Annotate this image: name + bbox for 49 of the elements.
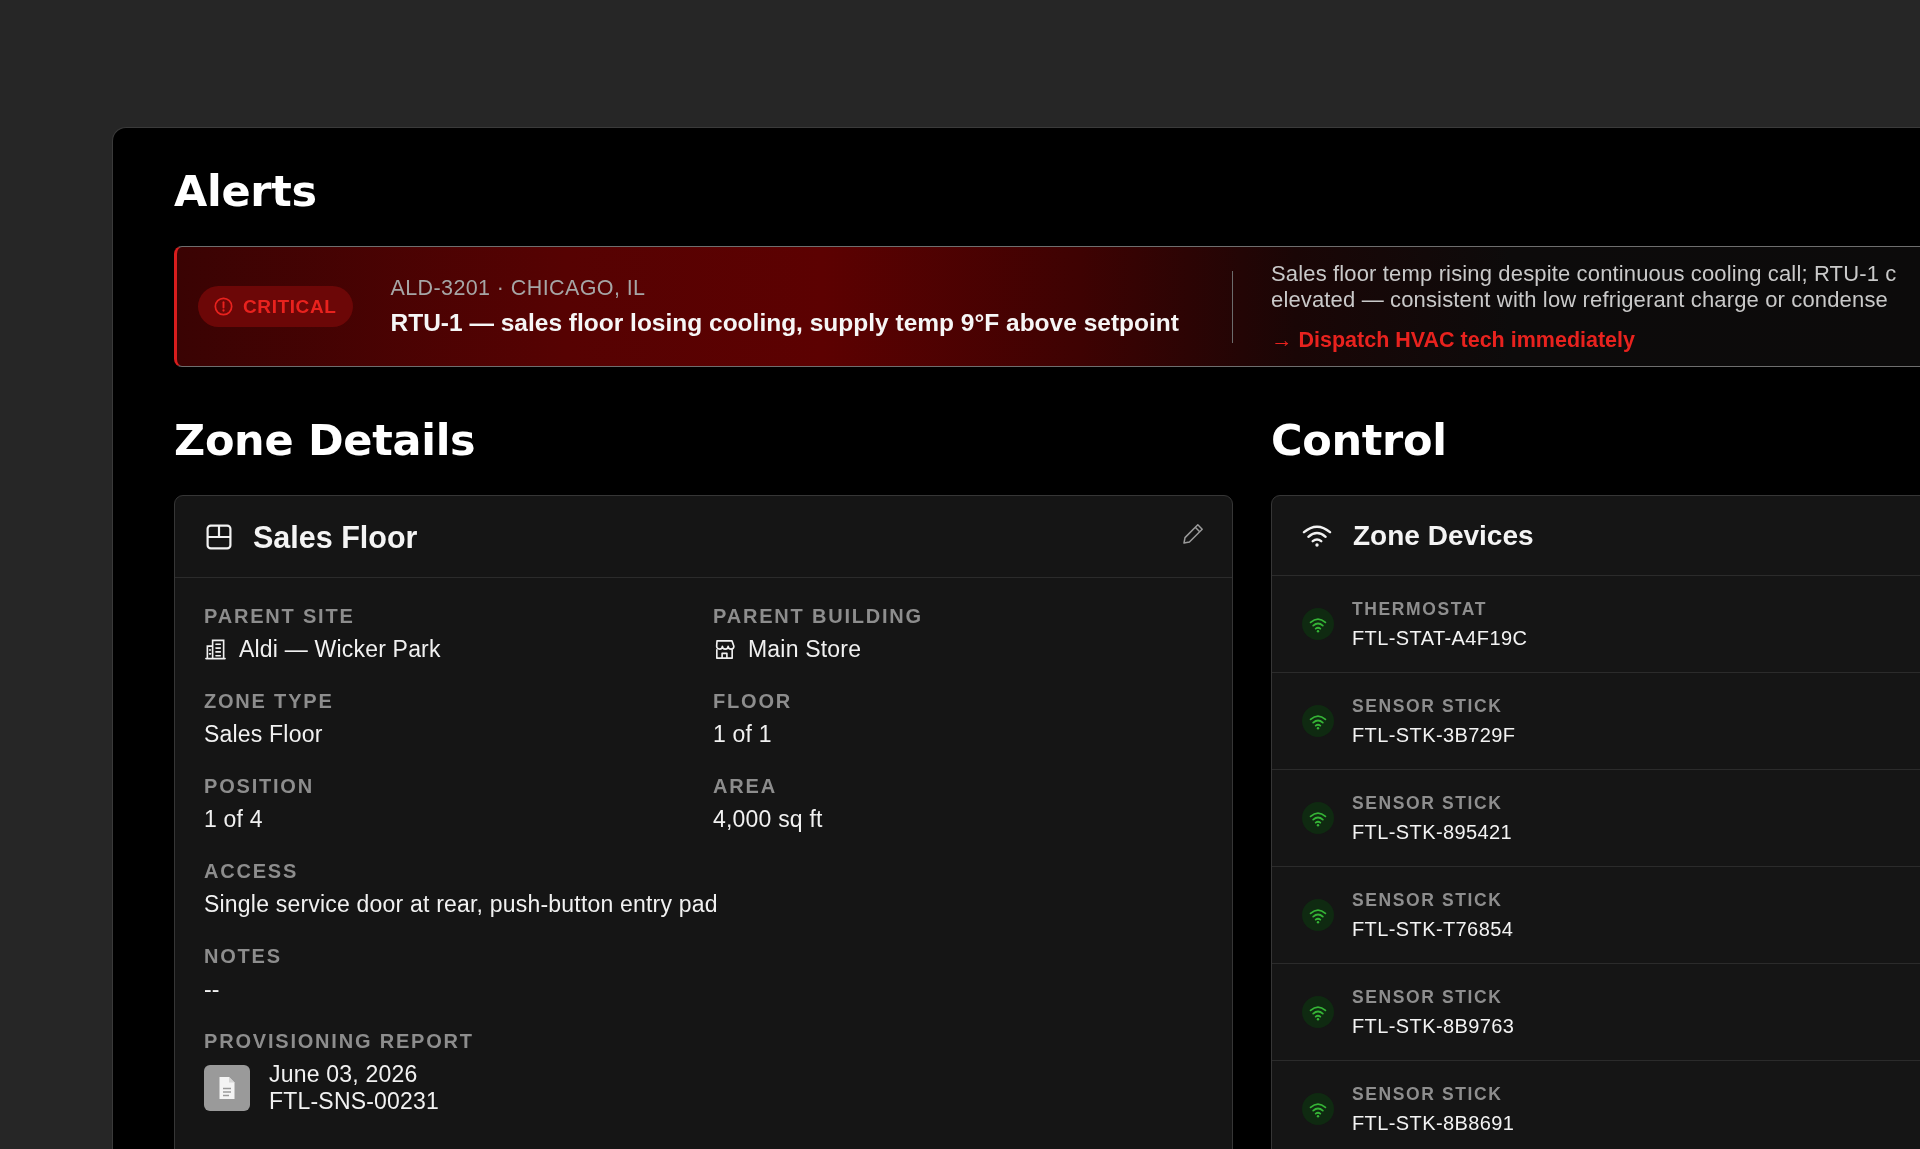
device-id: FTL-STK-8B8691 bbox=[1352, 1110, 1515, 1136]
zone-name: Sales Floor bbox=[253, 518, 418, 555]
field-label: AREA bbox=[713, 774, 777, 798]
section-title: Alerts bbox=[174, 165, 317, 217]
severity-label: CRITICAL bbox=[243, 295, 337, 318]
pencil-icon[interactable] bbox=[1181, 521, 1205, 546]
device-type: THERMOSTAT bbox=[1352, 597, 1487, 620]
field-value: -- bbox=[204, 976, 220, 1002]
field-label: ACCESS bbox=[204, 859, 299, 883]
layout-icon bbox=[206, 523, 232, 550]
alert-icon bbox=[214, 297, 233, 316]
store-icon bbox=[713, 637, 736, 661]
field-label: PROVISIONING REPORT bbox=[204, 1029, 474, 1053]
section-title: Zone Details bbox=[174, 414, 476, 466]
device-type: SENSOR STICK bbox=[1352, 791, 1503, 814]
field-value: 1 of 1 bbox=[713, 721, 772, 747]
device-id: FTL-STK-8B9763 bbox=[1352, 1013, 1515, 1039]
field-label: NOTES bbox=[204, 944, 282, 968]
field-label: FLOOR bbox=[713, 689, 792, 713]
building-icon bbox=[204, 637, 227, 661]
document-icon bbox=[204, 1065, 250, 1111]
field-label: POSITION bbox=[204, 774, 314, 798]
field-value: Aldi — Wicker Park bbox=[239, 636, 441, 662]
section-title: Control bbox=[1271, 414, 1447, 466]
alert-description: Sales floor temp rising despite continuous cooling call; RTU-1 c bbox=[1271, 260, 1897, 287]
alert-headline: RTU-1 — sales floor losing cooling, supply temp 9°F above setpoint bbox=[390, 308, 1179, 338]
field-value: Single service door at rear, push-button entry pad bbox=[204, 891, 718, 917]
device-id: FTL-STK-895421 bbox=[1352, 819, 1513, 845]
report-id: FTL-SNS-00231 bbox=[269, 1088, 440, 1115]
field-value: 4,000 sq ft bbox=[713, 806, 823, 832]
field-value: Sales Floor bbox=[204, 721, 323, 747]
alert-description: elevated — consistent with low refrigerant charge or condense bbox=[1271, 286, 1888, 313]
device-type: SENSOR STICK bbox=[1352, 985, 1503, 1008]
device-id: FTL-STAT-A4F19C bbox=[1352, 625, 1528, 651]
wifi-icon bbox=[1302, 524, 1332, 547]
alert-meta: ALD-3201 · CHICAGO, IL bbox=[390, 275, 646, 301]
device-type: SENSOR STICK bbox=[1352, 694, 1503, 717]
device-id: FTL-STK-3B729F bbox=[1352, 722, 1516, 748]
device-id: FTL-STK-T76854 bbox=[1352, 916, 1514, 942]
device-type: SENSOR STICK bbox=[1352, 888, 1503, 911]
field-value: Main Store bbox=[748, 636, 862, 662]
card-title: Zone Devices bbox=[1353, 518, 1534, 553]
field-label: PARENT BUILDING bbox=[713, 604, 923, 628]
field-label: PARENT SITE bbox=[204, 604, 355, 628]
field-value: 1 of 4 bbox=[204, 806, 263, 832]
report-date: June 03, 2026 bbox=[269, 1061, 418, 1088]
device-type: SENSOR STICK bbox=[1352, 1082, 1503, 1105]
dispatch-link[interactable]: → Dispatch HVAC tech immediately bbox=[1271, 326, 1635, 353]
field-label: ZONE TYPE bbox=[204, 689, 334, 713]
